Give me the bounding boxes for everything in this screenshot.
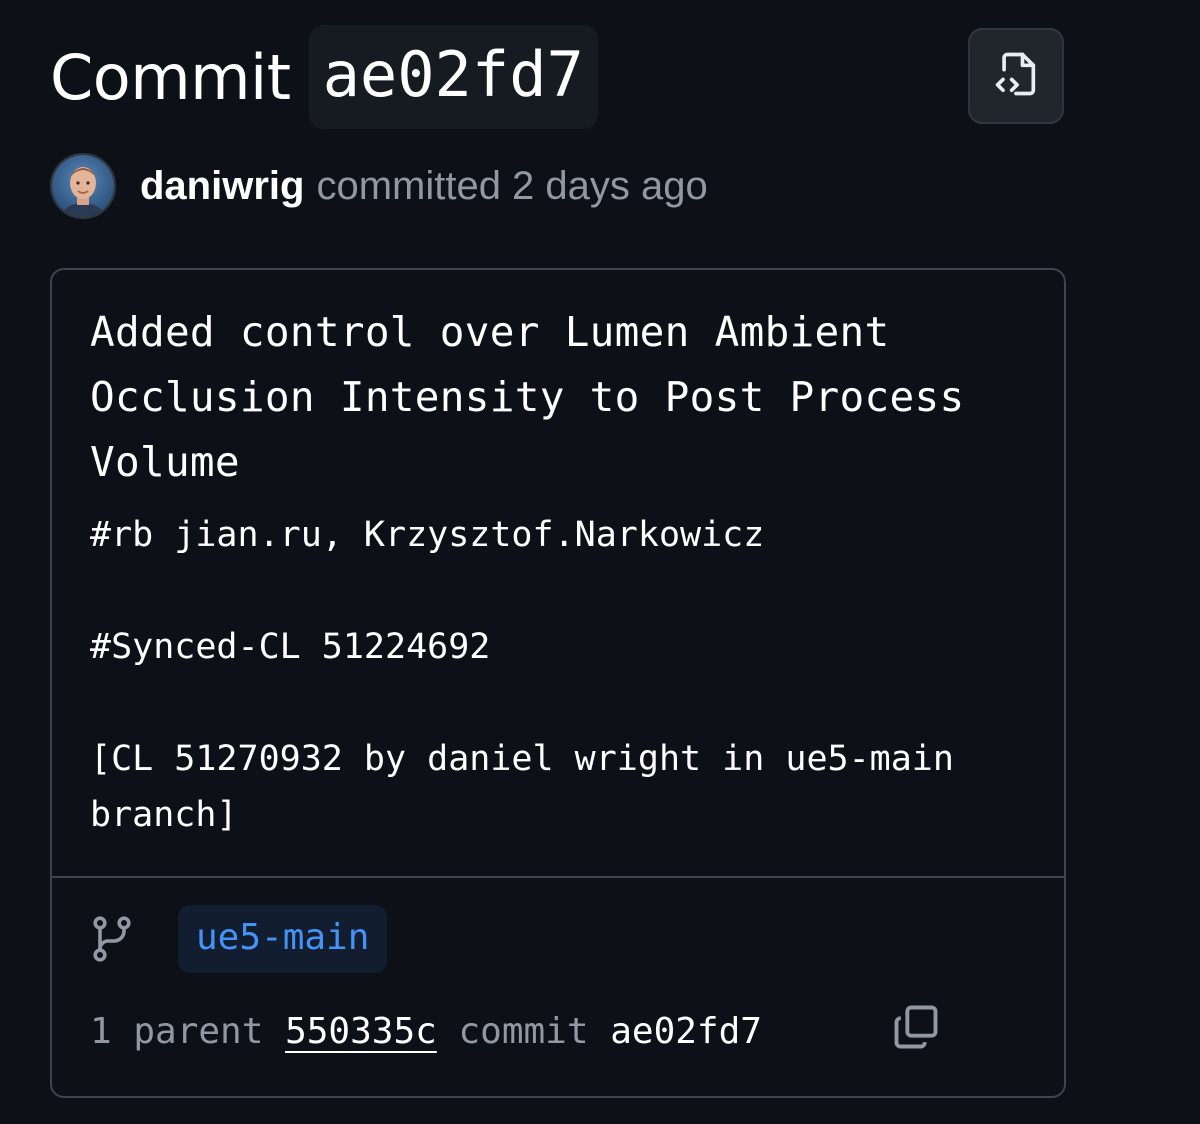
parent-row: 1 parent 550335c commit ae02fd7: [90, 998, 938, 1064]
commit-time: committed 2 days ago: [316, 163, 708, 208]
commit-message: Added control over Lumen Ambient Occlusi…: [90, 300, 1030, 843]
git-branch-icon: [90, 915, 138, 963]
file-code-icon: [990, 48, 1042, 105]
author-name[interactable]: daniwrig: [140, 164, 304, 209]
parent-sha-link[interactable]: 550335c: [285, 1011, 437, 1052]
divider: [52, 876, 1064, 878]
commit-label: commit: [458, 1010, 589, 1052]
page-title: Commit: [50, 40, 291, 114]
author-row: daniwrig committed 2 days ago: [50, 152, 708, 220]
commit-message-title: Added control over Lumen Ambient Occlusi…: [90, 308, 965, 486]
avatar[interactable]: [50, 153, 116, 219]
parent-count-label: 1 parent: [90, 1010, 264, 1052]
copy-sha-button[interactable]: [802, 1004, 938, 1058]
commit-message-body: #rb jian.ru, Krzysztof.Narkowicz #Synced…: [90, 515, 954, 835]
branch-tag[interactable]: ue5-main: [178, 905, 388, 973]
commit-details-box: Added control over Lumen Ambient Occlusi…: [50, 268, 1066, 1098]
page-header: Commit ae02fd7: [50, 24, 598, 130]
commit-sha-title: ae02fd7: [308, 25, 598, 129]
branch-row: ue5-main: [90, 904, 388, 974]
copy-icon: [716, 960, 941, 1103]
browse-files-button[interactable]: [968, 28, 1064, 124]
